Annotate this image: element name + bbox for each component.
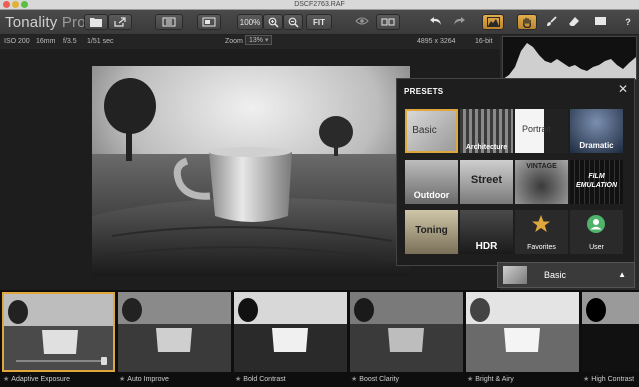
- preset-street[interactable]: Street: [460, 160, 513, 204]
- star-icon: ★: [3, 376, 10, 383]
- filmstrip-thumb[interactable]: [350, 292, 463, 372]
- zoom-100-button[interactable]: 100%: [237, 14, 263, 30]
- star-icon: ★: [351, 376, 358, 383]
- filmstrip-thumb[interactable]: [234, 292, 347, 372]
- side-by-side-icon: [381, 18, 395, 26]
- star-icon: ★: [583, 376, 590, 383]
- filmstrip-label: ★ Bright & Airy: [467, 376, 514, 383]
- histogram-display: [502, 36, 637, 80]
- mask-button[interactable]: [589, 14, 611, 30]
- filmstrip-label: ★ Boost Clarity: [351, 376, 399, 383]
- collapse-arrow-icon[interactable]: ▲: [618, 270, 626, 279]
- brush-tool-button[interactable]: [541, 14, 561, 30]
- open-folder-button[interactable]: [84, 14, 108, 30]
- filmstrip-label: ★ Bold Contrast: [235, 376, 286, 383]
- preset-outdoor[interactable]: Outdoor: [405, 160, 458, 204]
- close-presets-button[interactable]: ✕: [618, 82, 628, 96]
- zoom-label: Zoom: [225, 38, 243, 45]
- preset-architecture[interactable]: Architecture: [460, 109, 513, 153]
- histogram-icon: [486, 17, 500, 27]
- zoom-out-button[interactable]: [283, 14, 303, 30]
- filmstrip-thumb[interactable]: [466, 292, 579, 372]
- star-icon: [532, 215, 550, 232]
- bit-depth: 16-bit: [475, 38, 493, 45]
- preset-favorites[interactable]: Favorites: [515, 210, 568, 254]
- user-icon: [587, 215, 605, 233]
- help-button[interactable]: ?: [620, 14, 636, 30]
- folder-icon: [90, 18, 102, 27]
- focal-length-value: 16mm: [36, 38, 56, 45]
- preset-filmstrip: ★ Adaptive Exposure ★ Auto Improve ★ Bold C…: [0, 290, 639, 387]
- basic-thumbnail: [503, 266, 527, 284]
- filmstrip-thumb[interactable]: [582, 292, 639, 372]
- preset-film-emulation[interactable]: FILM EMULATION: [570, 160, 623, 204]
- eye-icon: [355, 17, 369, 25]
- zoom-in-button[interactable]: [263, 14, 283, 30]
- image-dimensions: 4895 x 3264: [417, 38, 456, 45]
- eraser-tool-button[interactable]: [564, 14, 584, 30]
- zoom-level-input[interactable]: 13% ▾: [245, 35, 273, 45]
- app-logo: Tonality Pro: [5, 14, 86, 31]
- shutter-value: 1/51 sec: [87, 38, 114, 45]
- eraser-icon: [569, 17, 579, 26]
- compare-button[interactable]: [155, 14, 183, 30]
- preset-user[interactable]: User: [570, 210, 623, 254]
- main-toolbar: Tonality Pro 100% FIT ?: [0, 10, 639, 35]
- window-title: DSCF2763.RAF: [294, 1, 345, 8]
- split-view-icon: [202, 17, 216, 27]
- presets-title: PRESETS: [404, 87, 444, 96]
- compare-icon: [162, 17, 176, 27]
- fit-button[interactable]: FIT: [306, 14, 332, 30]
- preview-toggle-button[interactable]: [350, 14, 374, 30]
- preset-dramatic[interactable]: Dramatic: [570, 109, 623, 153]
- redo-button[interactable]: [448, 14, 470, 30]
- hand-tool-button[interactable]: [517, 14, 537, 30]
- main-photo[interactable]: [92, 66, 410, 276]
- window-titlebar: DSCF2763.RAF: [0, 0, 639, 10]
- aperture-value: f/3.5: [63, 38, 77, 45]
- preset-basic[interactable]: Basic: [405, 109, 458, 153]
- star-icon: ★: [235, 376, 242, 383]
- filmstrip-thumb[interactable]: [118, 292, 231, 372]
- preset-toning[interactable]: Toning: [405, 210, 458, 254]
- side-by-side-button[interactable]: [376, 14, 400, 30]
- iso-value: ISO 200: [4, 38, 30, 45]
- histogram-toggle-button[interactable]: [482, 14, 504, 30]
- share-icon: [114, 17, 126, 27]
- preset-hdr[interactable]: HDR: [460, 210, 513, 254]
- mask-icon: [594, 17, 606, 25]
- redo-icon: [453, 17, 465, 25]
- zoom-out-icon: [288, 17, 299, 28]
- hand-icon: [523, 17, 532, 28]
- presets-panel: PRESETS ✕ Basic Architecture Portrait Dr…: [396, 78, 635, 266]
- filmstrip-label: ★ Adaptive Exposure: [3, 376, 71, 383]
- split-view-button[interactable]: [197, 14, 221, 30]
- basic-adjustment-header[interactable]: Basic ▲: [497, 262, 635, 288]
- star-icon: ★: [467, 376, 474, 383]
- image-info-bar: ISO 200 16mm f/3.5 1/51 sec Zoom 13% ▾ 4…: [0, 35, 500, 49]
- preset-vintage[interactable]: VINTAGE: [515, 160, 568, 204]
- adjust-slider[interactable]: [16, 357, 107, 365]
- filmstrip-label: ★ Auto Improve: [119, 376, 169, 383]
- basic-label: Basic: [544, 270, 567, 280]
- share-button[interactable]: [108, 14, 132, 30]
- star-icon: ★: [119, 376, 126, 383]
- zoom-in-icon: [268, 17, 279, 28]
- brush-icon: [546, 16, 557, 26]
- undo-button[interactable]: [424, 14, 446, 30]
- undo-icon: [429, 17, 441, 25]
- preset-portrait[interactable]: Portrait: [515, 109, 568, 153]
- filmstrip-thumb[interactable]: [2, 292, 115, 372]
- filmstrip-label: ★ High Contrast: [583, 376, 635, 383]
